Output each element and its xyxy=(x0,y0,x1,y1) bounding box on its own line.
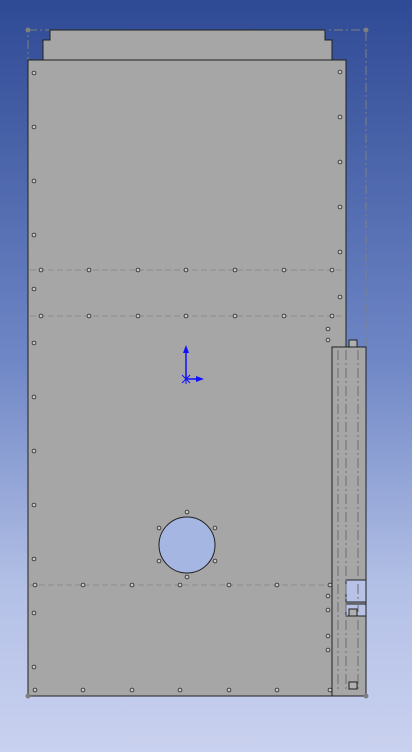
sketch-point xyxy=(363,693,369,699)
mounting-hole xyxy=(232,267,238,273)
mounting-hole xyxy=(325,607,331,613)
mounting-hole xyxy=(274,582,280,588)
mounting-hole xyxy=(183,313,189,319)
mounting-hole xyxy=(32,687,38,693)
mounting-hole xyxy=(274,687,280,693)
mounting-hole xyxy=(325,337,331,343)
sketch-point xyxy=(363,27,369,33)
mounting-hole xyxy=(337,159,343,165)
mounting-hole xyxy=(80,582,86,588)
mounting-hole xyxy=(281,267,287,273)
flange-notch-upper xyxy=(345,579,367,603)
mounting-hole xyxy=(337,114,343,120)
mounting-hole xyxy=(325,633,331,639)
mounting-hole xyxy=(337,294,343,300)
sketch-point xyxy=(25,27,31,33)
mounting-hole xyxy=(135,267,141,273)
mounting-hole xyxy=(183,267,189,273)
mounting-hole xyxy=(184,509,190,515)
mounting-hole xyxy=(86,313,92,319)
mounting-hole xyxy=(32,582,38,588)
mounting-hole xyxy=(325,326,331,332)
clip-tab-top xyxy=(348,339,358,348)
mounting-hole xyxy=(337,204,343,210)
clip-tab-middle xyxy=(348,608,358,617)
mounting-hole xyxy=(226,582,232,588)
mounting-hole xyxy=(31,178,37,184)
mounting-hole xyxy=(226,687,232,693)
mounting-hole xyxy=(38,313,44,319)
sheet-metal-drawing[interactable] xyxy=(0,0,412,752)
mounting-hole xyxy=(177,687,183,693)
mounting-hole xyxy=(129,582,135,588)
mounting-hole xyxy=(232,313,238,319)
mounting-hole xyxy=(184,574,190,580)
mounting-hole xyxy=(329,267,335,273)
clip-tab-bottom xyxy=(348,681,358,690)
mounting-hole xyxy=(86,267,92,273)
mounting-hole xyxy=(31,448,37,454)
mounting-hole xyxy=(31,394,37,400)
mounting-hole xyxy=(31,124,37,130)
mounting-hole xyxy=(337,249,343,255)
mounting-hole xyxy=(31,286,37,292)
mounting-hole xyxy=(177,582,183,588)
mounting-hole xyxy=(156,558,162,564)
mounting-hole xyxy=(212,525,218,531)
mounting-hole xyxy=(212,558,218,564)
mounting-hole xyxy=(135,313,141,319)
mounting-hole xyxy=(329,313,335,319)
top-flange[interactable] xyxy=(42,29,333,61)
mounting-hole xyxy=(325,647,331,653)
mounting-hole xyxy=(337,69,343,75)
mounting-hole xyxy=(31,556,37,562)
mounting-hole xyxy=(31,232,37,238)
sketch-point xyxy=(25,693,31,699)
mounting-hole xyxy=(38,267,44,273)
mounting-hole xyxy=(31,70,37,76)
mounting-hole xyxy=(31,610,37,616)
mounting-hole xyxy=(31,340,37,346)
mounting-hole xyxy=(325,593,331,599)
right-flange[interactable] xyxy=(331,346,367,697)
mounting-hole xyxy=(156,525,162,531)
mounting-hole xyxy=(129,687,135,693)
mounting-hole xyxy=(327,687,333,693)
circular-cutout[interactable] xyxy=(158,516,216,574)
mounting-hole xyxy=(80,687,86,693)
mounting-hole xyxy=(31,502,37,508)
mounting-hole xyxy=(31,664,37,670)
mounting-hole xyxy=(327,582,333,588)
cad-viewport[interactable] xyxy=(0,0,412,752)
mounting-hole xyxy=(281,313,287,319)
